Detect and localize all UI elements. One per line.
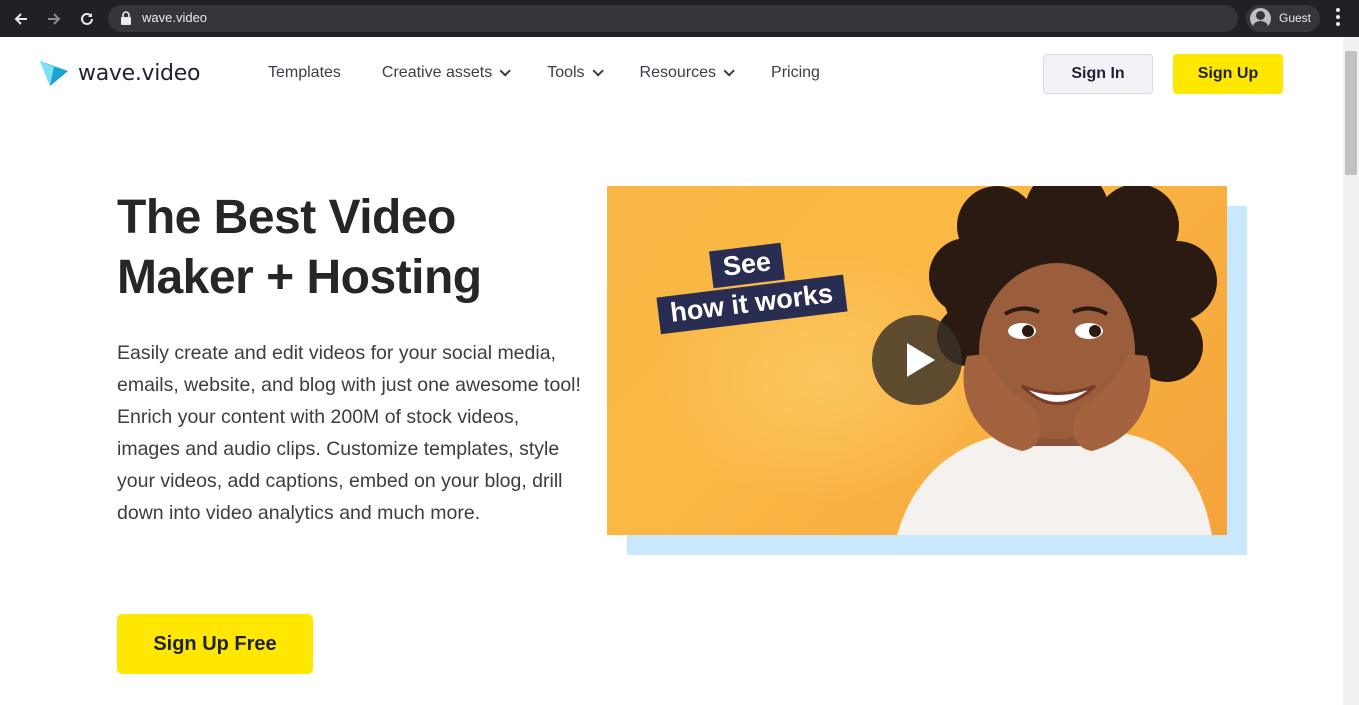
avatar-icon bbox=[1250, 8, 1271, 29]
play-icon bbox=[907, 343, 935, 377]
address-bar[interactable]: wave.video bbox=[108, 5, 1238, 32]
sign-up-free-button[interactable]: Sign Up Free bbox=[117, 614, 313, 674]
nav-pricing[interactable]: Pricing bbox=[771, 64, 820, 82]
nav-item-label: Creative assets bbox=[381, 64, 493, 81]
main-nav: Templates Creative assets Tools Resource… bbox=[268, 64, 820, 82]
nav-creative-assets[interactable]: Creative assets bbox=[381, 64, 511, 82]
how-it-works-video[interactable]: See how it works bbox=[607, 186, 1227, 535]
back-button[interactable] bbox=[8, 6, 34, 32]
chevron-down-icon bbox=[499, 65, 511, 77]
hero-title-line: Maker + Hosting bbox=[117, 251, 482, 304]
nav-tools[interactable]: Tools bbox=[547, 64, 604, 82]
page-scrollbar[interactable] bbox=[1343, 37, 1359, 705]
nav-item-label: Tools bbox=[547, 64, 585, 81]
site-logo[interactable]: wave.video bbox=[38, 58, 200, 88]
profile-name: Guest bbox=[1279, 11, 1312, 25]
hero-paragraph: Enrich your content with 200M of stock v… bbox=[117, 406, 563, 524]
menu-dot-icon bbox=[1336, 8, 1340, 12]
sign-up-button[interactable]: Sign Up bbox=[1173, 54, 1283, 94]
play-button[interactable] bbox=[872, 315, 962, 405]
forward-button[interactable] bbox=[41, 6, 67, 32]
menu-dot-icon bbox=[1336, 22, 1340, 26]
back-arrow-icon bbox=[14, 13, 27, 25]
url-text: wave.video bbox=[142, 10, 208, 25]
nav-templates[interactable]: Templates bbox=[268, 64, 341, 82]
menu-dot-icon bbox=[1336, 15, 1340, 19]
browser-menu-button[interactable] bbox=[1328, 8, 1348, 28]
hero-paragraph: Easily create and edit videos for your s… bbox=[117, 342, 581, 396]
browser-toolbar: wave.video Guest bbox=[0, 0, 1359, 37]
profile-button[interactable]: Guest bbox=[1246, 5, 1320, 32]
wave-logo-icon bbox=[40, 61, 68, 86]
lock-icon bbox=[121, 11, 131, 25]
reload-icon bbox=[81, 12, 93, 25]
chevron-down-icon bbox=[723, 65, 735, 77]
nav-item-label: Templates bbox=[268, 64, 341, 81]
hero-description: Easily create and edit videos for your s… bbox=[117, 337, 587, 529]
reload-button[interactable] bbox=[74, 6, 100, 32]
sign-in-button[interactable]: Sign In bbox=[1043, 54, 1153, 94]
nav-item-label: Pricing bbox=[771, 64, 820, 81]
forward-arrow-icon bbox=[48, 13, 61, 25]
brand-name: wave.video bbox=[78, 60, 201, 86]
hero-title-line: The Best Video bbox=[117, 191, 456, 244]
nav-resources[interactable]: Resources bbox=[639, 64, 735, 82]
hero-title: The Best Video Maker + Hosting bbox=[117, 188, 577, 308]
nav-item-label: Resources bbox=[639, 64, 717, 81]
scrollbar-thumb[interactable] bbox=[1345, 51, 1357, 175]
chevron-down-icon bbox=[592, 65, 604, 77]
